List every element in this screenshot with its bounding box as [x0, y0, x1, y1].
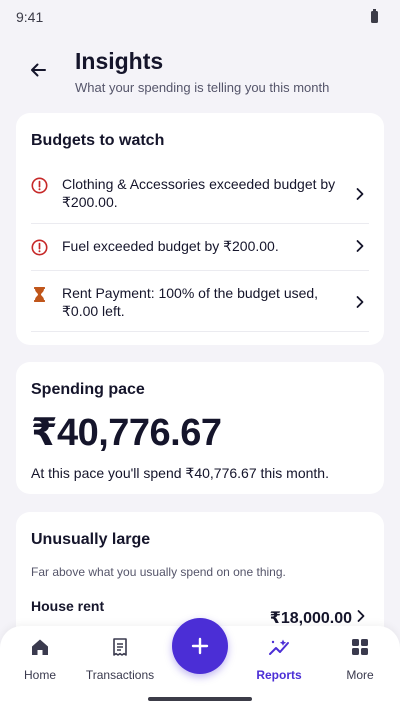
- nav-reports[interactable]: Reports: [239, 636, 319, 682]
- unusually-large-description: Far above what you usually spend on one …: [31, 565, 286, 579]
- back-button[interactable]: [24, 56, 52, 84]
- budget-item-clothing[interactable]: Clothing & Accessories exceeded budget b…: [31, 175, 369, 211]
- grid-icon: [350, 636, 370, 658]
- budget-item-text: Clothing & Accessories exceeded budget b…: [62, 176, 336, 210]
- hourglass-icon: [31, 286, 48, 303]
- status-time: 9:41: [16, 9, 44, 25]
- large-expense-name: House rent: [31, 598, 105, 614]
- home-icon: [30, 636, 50, 658]
- chevron-right-icon: [356, 188, 364, 200]
- chevron-right-icon: [356, 296, 364, 308]
- spending-pace-amount: ₹40,776.67: [31, 412, 222, 454]
- add-transaction-button[interactable]: [172, 618, 228, 674]
- nav-transactions[interactable]: Transactions: [80, 636, 160, 682]
- home-indicator[interactable]: [148, 697, 252, 701]
- alert-circle-icon: [31, 177, 48, 194]
- alert-circle-icon: [31, 239, 48, 256]
- receipt-icon: [110, 636, 130, 658]
- spending-pace-description: At this pace you'll spend ₹40,776.67 thi…: [31, 465, 329, 481]
- page-title: Insights: [75, 48, 164, 74]
- chevron-right-icon: [357, 610, 365, 622]
- nav-label: Transactions: [85, 668, 155, 682]
- unusually-large-title: Unusually large: [31, 531, 151, 548]
- nav-more[interactable]: More: [320, 636, 400, 682]
- arrow-left-icon: [31, 63, 46, 77]
- budgets-card: Budgets to watch Clothing & Accessories …: [16, 113, 384, 345]
- page-header: Insights What your spending is telling y…: [0, 44, 400, 104]
- chevron-right-icon: [356, 240, 364, 252]
- trending-icon: [268, 636, 290, 658]
- spending-pace-card: Spending pace ₹40,776.67 At this pace yo…: [16, 362, 384, 494]
- budget-item-text: Rent Payment: 100% of the budget used, ₹…: [62, 285, 319, 319]
- page-subtitle: What your spending is telling you this m…: [75, 80, 330, 95]
- battery-icon: [371, 9, 378, 23]
- spending-pace-title: Spending pace: [31, 381, 145, 398]
- nav-label: Home: [23, 668, 56, 682]
- budget-item-text: Fuel exceeded budget by ₹200.00.: [62, 238, 279, 254]
- budgets-card-title: Budgets to watch: [31, 132, 165, 149]
- nav-label: Reports: [256, 668, 302, 682]
- large-expense-amount: ₹18,000.00: [269, 610, 352, 627]
- row-divider: [31, 270, 369, 271]
- row-divider: [31, 223, 369, 224]
- nav-label: More: [346, 668, 374, 682]
- plus-icon: [191, 637, 209, 655]
- row-divider: [31, 331, 369, 332]
- status-bar: 9:41: [0, 0, 400, 34]
- budget-item-rent[interactable]: Rent Payment: 100% of the budget used, ₹…: [31, 284, 369, 320]
- nav-home[interactable]: Home: [0, 636, 80, 682]
- budget-item-fuel[interactable]: Fuel exceeded budget by ₹200.00.: [31, 237, 369, 256]
